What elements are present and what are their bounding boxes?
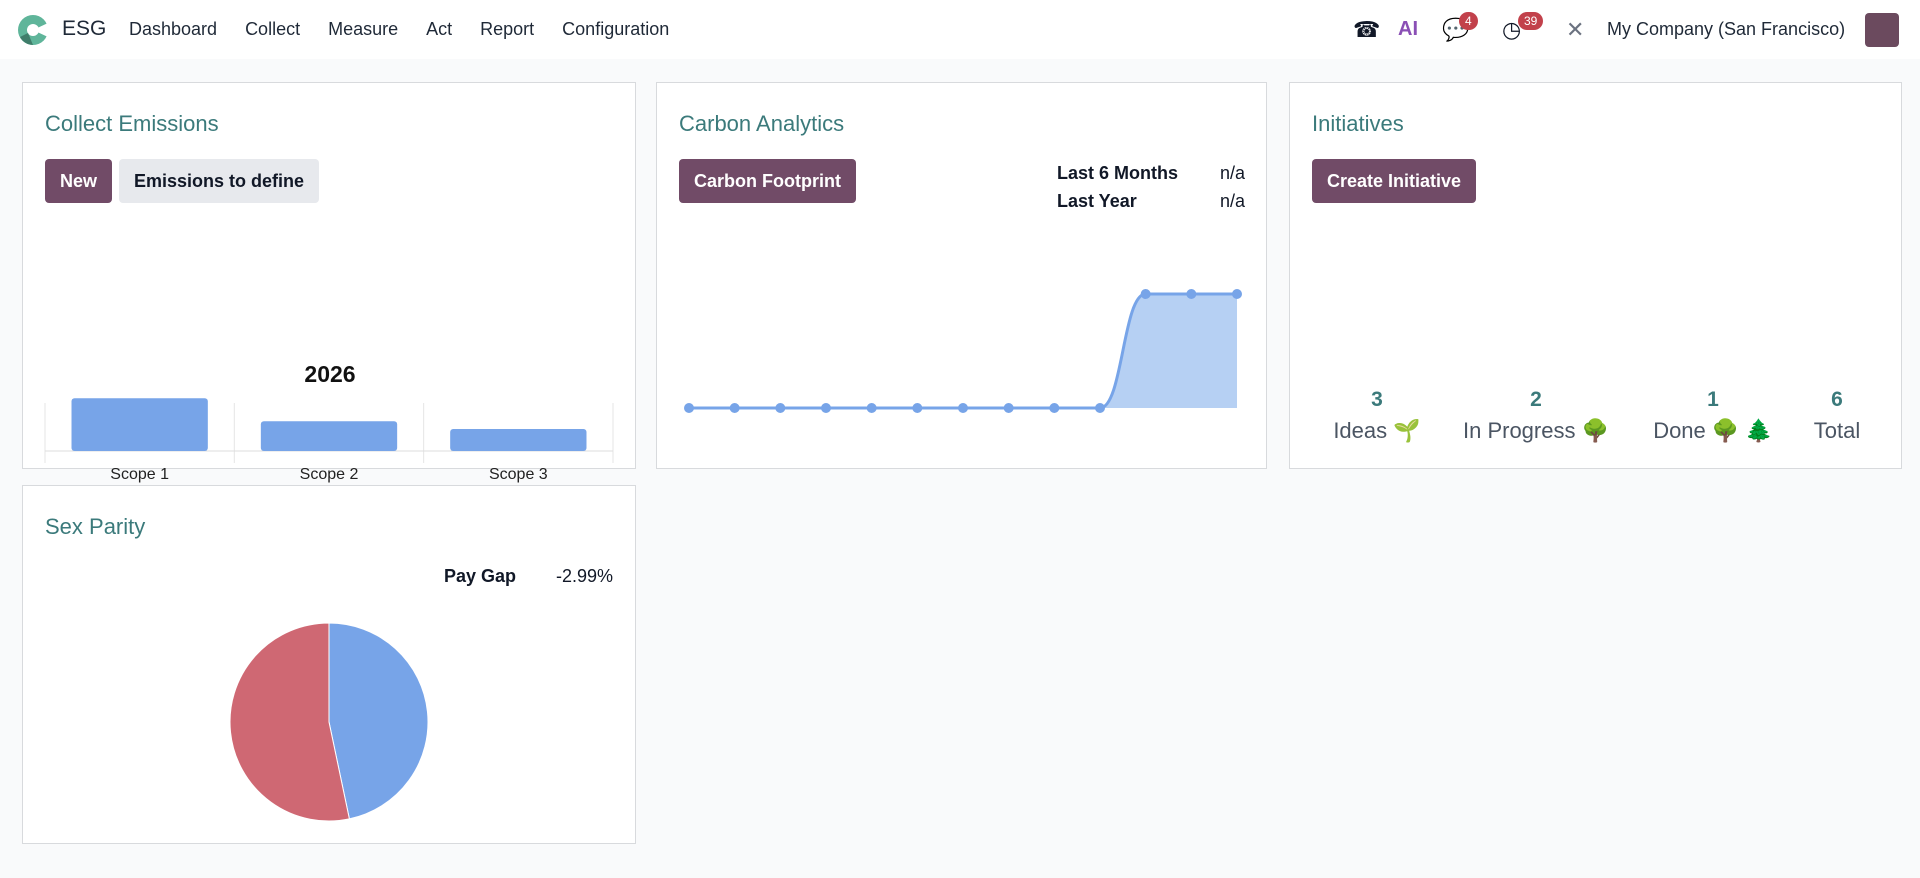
sprout-icon: 🌱 [1393,418,1421,443]
collect-emissions-card: Collect Emissions New Emissions to defin… [22,82,636,483]
carbon-line-chart [684,289,1242,413]
menu-act[interactable]: Act [426,19,452,40]
emissions-to-define-button[interactable]: Emissions to define [119,159,320,203]
data-point [958,403,968,413]
messages-badge: 4 [1459,12,1478,30]
data-point [775,403,786,413]
stat-ideas[interactable]: 3 Ideas 🌱 [1333,388,1420,444]
card-title: Collect Emissions [45,111,219,136]
company-switcher[interactable]: My Company (San Francisco) [1607,0,1845,59]
bar [450,428,587,451]
data-point [1095,403,1105,413]
top-navbar: ESG Dashboard Collect Measure Act Report… [0,0,1920,59]
bar [260,421,398,451]
esg-logo-icon[interactable] [16,13,50,47]
user-avatar[interactable] [1865,0,1899,59]
tools-icon[interactable]: ✕ [1566,0,1584,59]
menu-configuration[interactable]: Configuration [562,19,669,40]
bar-label: Scope 3 [489,466,548,483]
ai-icon[interactable]: AI [1398,0,1418,59]
create-initiative-button[interactable]: Create Initiative [1312,159,1477,203]
data-point [684,403,694,413]
initiatives-card: Initiatives Create Initiative 3 Ideas 🌱 2… [1289,82,1902,469]
data-point [1049,403,1060,413]
card-title: Initiatives [1312,111,1404,136]
menu-measure[interactable]: Measure [328,19,398,40]
scope-bar-chart: 2026 Scope 1 Scope 2 Scope 3 [44,361,614,483]
menu-collect[interactable]: Collect [245,19,300,40]
data-point [1003,403,1014,413]
trees-icon: 🌳 🌲 [1711,418,1773,443]
app-name[interactable]: ESG [62,17,106,41]
tree-icon: 🌳 [1581,418,1610,443]
new-button[interactable]: New [45,159,113,203]
data-point [866,403,877,413]
main-menu: Dashboard Collect Measure Act Report Con… [129,19,697,40]
stat-done[interactable]: 1 Done 🌳 🌲 [1653,388,1773,444]
stat-total[interactable]: 6 Total [1814,388,1860,444]
parity-pie-chart [229,622,429,822]
data-point [729,403,740,413]
bar-label: Scope 2 [300,466,359,483]
carbon-analytics-card: Carbon Analytics Carbon Footprint Last 6… [656,82,1267,469]
menu-report[interactable]: Report [480,19,534,40]
activities-badge: 39 [1518,12,1544,30]
bar [71,398,208,451]
area-fill [689,294,1237,408]
sex-parity-card: Sex Parity Pay Gap -2.99% [22,485,636,844]
chart-title: 2026 [304,361,355,387]
data-point [1186,289,1197,299]
data-point [821,403,831,413]
data-point [1232,289,1242,299]
menu-dashboard[interactable]: Dashboard [129,19,217,40]
bar-label: Scope 1 [110,466,169,483]
activities-clock-icon[interactable]: ◷ [1502,0,1521,59]
data-point [912,403,923,413]
stat-in-progress[interactable]: 2 In Progress 🌳 [1463,388,1609,444]
data-point [1140,289,1151,299]
pie-slice-blue [328,622,429,820]
phone-icon[interactable]: ☎ [1353,0,1380,59]
